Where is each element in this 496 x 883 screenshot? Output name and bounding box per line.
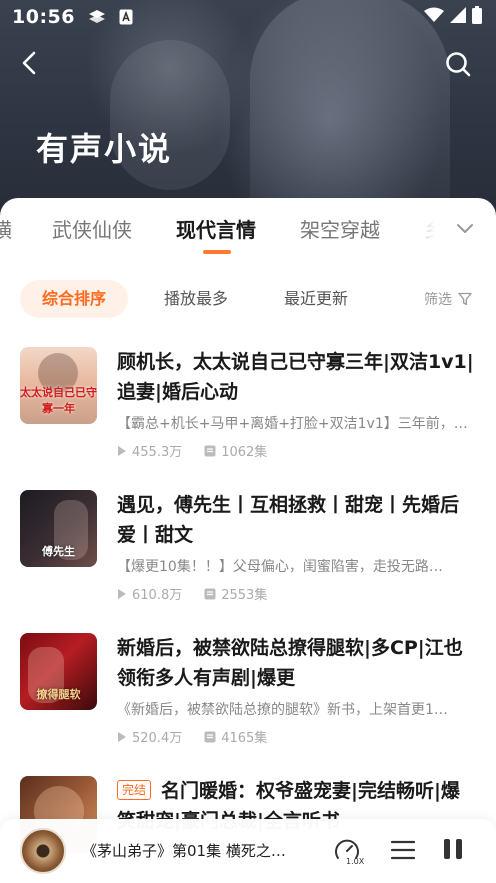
tabs-fade: [396, 198, 436, 258]
pause-icon-bar-right: [456, 839, 462, 859]
book-cover: 太太说自己已守寡一年: [20, 347, 97, 424]
book-title: 遇见，傅先生丨互相拯救丨甜宠丨先婚后爱丨甜文: [117, 490, 477, 550]
list-item[interactable]: 撩得腿软 新婚后，被禁欲陆总撩得腿软|多CP|江也领衔多人有声剧|爆更 《新婚后…: [0, 633, 496, 763]
episodes-icon: [204, 588, 216, 599]
book-title-text: 顾机长，太太说自己已守寡三年|双洁1v1|追妻|婚后心动: [117, 351, 474, 403]
status-time: 10:56: [12, 6, 75, 28]
filter-button[interactable]: 筛选: [424, 280, 472, 318]
book-description: 【霸总+机长+马甲+离婚+打脸+双洁1v1】三年前，…: [117, 416, 468, 432]
episode-count: 1062集: [221, 445, 268, 460]
filter-icon: [458, 292, 472, 306]
wifi-icon: [424, 7, 444, 27]
chevron-down-icon: [457, 224, 473, 233]
book-description: 《新婚后，被禁欲陆总撩的腿软》新书，上架首更1…: [117, 702, 448, 718]
book-title: 新婚后，被禁欲陆总撩得腿软|多CP|江也领衔多人有声剧|爆更: [117, 633, 477, 693]
search-icon: [446, 52, 471, 77]
play-count-icon: [118, 445, 126, 456]
pause-icon-bar-left: [444, 839, 450, 859]
cover-caption: 撩得腿软: [36, 688, 81, 701]
book-stats: 455.3万 1062集: [117, 441, 289, 460]
search-button[interactable]: [442, 48, 474, 80]
battery-icon: [472, 6, 482, 28]
active-tab-indicator: [203, 250, 231, 254]
back-button[interactable]: [14, 48, 44, 78]
cover-caption: 太太说自己已守寡一年: [20, 386, 97, 415]
playback-speed-label: 1.0X: [346, 857, 365, 866]
sort-most-played[interactable]: 播放最多: [142, 280, 250, 318]
play-count: 520.4万: [132, 731, 183, 746]
page-title: 有声小说: [36, 130, 173, 168]
now-playing-cover[interactable]: [20, 828, 66, 874]
signal-icon: [450, 7, 466, 27]
episode-count: 2553集: [221, 588, 268, 603]
book-title-text: 新婚后，被禁欲陆总撩得腿软|多CP|江也领衔多人有声剧|爆更: [117, 637, 463, 689]
book-cover: 撩得腿软: [20, 633, 97, 710]
header-banner: 10:56 有声小说: [0, 0, 496, 230]
app-notification-icon: [87, 8, 107, 26]
font-notification-icon: [119, 9, 133, 25]
play-count-icon: [118, 731, 126, 742]
now-playing-title[interactable]: 《茅山弟子》第01集 横死之…: [82, 840, 304, 861]
pause-button[interactable]: [440, 839, 466, 865]
cover-caption: 傅先生: [42, 545, 75, 558]
tab-modern-romance[interactable]: 现代言情: [176, 214, 256, 243]
tab-partial-left[interactable]: 横: [0, 214, 12, 243]
play-count-icon: [118, 588, 126, 599]
more-tabs-button[interactable]: [448, 212, 482, 246]
mini-player[interactable]: 《茅山弟子》第01集 横死之… 1.0X: [0, 819, 496, 883]
sort-recent-updates[interactable]: 最近更新: [262, 280, 370, 318]
book-cover: 傅先生: [20, 490, 97, 567]
list-item[interactable]: 太太说自己已守寡一年 顾机长，太太说自己已守寡三年|双洁1v1|追妻|婚后心动 …: [0, 347, 496, 477]
book-stats: 520.4万 4165集: [117, 727, 289, 746]
banner-illustration: [250, 0, 450, 230]
tab-wuxia[interactable]: 武侠仙侠: [52, 214, 132, 243]
episodes-icon: [204, 445, 216, 456]
status-bar: 10:56: [0, 0, 496, 34]
completed-badge: 完结: [117, 780, 152, 800]
play-count: 455.3万: [132, 445, 183, 460]
playlist-icon[interactable]: [390, 837, 416, 863]
tab-alt-history[interactable]: 架空穿越: [300, 214, 380, 243]
book-title-text: 遇见，傅先生丨互相拯救丨甜宠丨先婚后爱丨甜文: [117, 494, 460, 546]
book-title: 顾机长，太太说自己已守寡三年|双洁1v1|追妻|婚后心动: [117, 347, 477, 407]
book-stats: 610.8万 2553集: [117, 584, 289, 603]
play-count: 610.8万: [132, 588, 183, 603]
episodes-icon: [204, 731, 216, 742]
back-arrow-icon: [22, 51, 36, 75]
episode-count: 4165集: [221, 731, 268, 746]
book-description: 【爆更10集！！】父母偏心，闺蜜陷害，走投无路…: [117, 559, 443, 575]
list-item[interactable]: 傅先生 遇见，傅先生丨互相拯救丨甜宠丨先婚后爱丨甜文 【爆更10集！！】父母偏心…: [0, 490, 496, 620]
sort-comprehensive[interactable]: 综合排序: [20, 280, 128, 318]
filter-label: 筛选: [424, 292, 452, 308]
sort-bar: 综合排序 播放最多 最近更新 筛选: [0, 280, 496, 318]
category-tabs: 横 武侠仙侠 现代言情 架空穿越 乡: [0, 198, 436, 258]
